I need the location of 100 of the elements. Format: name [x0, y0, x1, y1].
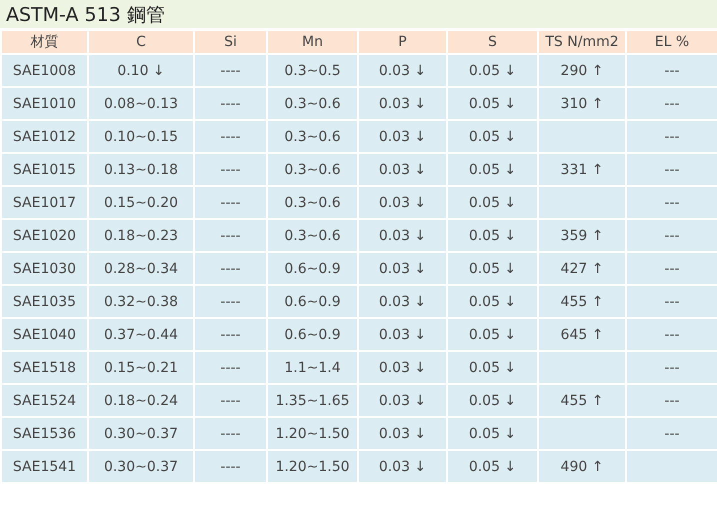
table-cell: SAE1536 [1, 417, 88, 450]
table-cell: ---- [194, 186, 267, 219]
column-header: 材質 [1, 30, 88, 54]
table-cell: 0.03 ↓ [358, 417, 447, 450]
table-cell: 0.05 ↓ [447, 318, 538, 351]
table-cell: --- [626, 417, 717, 450]
table-cell: ---- [194, 285, 267, 318]
table-cell: SAE1040 [1, 318, 88, 351]
table-cell: SAE1008 [1, 54, 88, 87]
table-cell: 0.28~0.34 [88, 252, 194, 285]
table-cell: 0.13~0.18 [88, 153, 194, 186]
table-cell: --- [626, 252, 717, 285]
page-title: ASTM-A 513 鋼管 [6, 4, 165, 26]
table-cell: 0.05 ↓ [447, 285, 538, 318]
column-header: TS N/mm2 [538, 30, 626, 54]
table-cell: 0.05 ↓ [447, 153, 538, 186]
table-cell: --- [626, 54, 717, 87]
table-cell: SAE1541 [1, 450, 88, 483]
column-header: EL % [626, 30, 717, 54]
table-cell: SAE1017 [1, 186, 88, 219]
table-cell: 0.3~0.5 [267, 54, 358, 87]
table-cell: 0.6~0.9 [267, 252, 358, 285]
table-cell: 290 ↑ [538, 54, 626, 87]
table-cell: SAE1524 [1, 384, 88, 417]
table-cell: ---- [194, 351, 267, 384]
table-cell: 0.37~0.44 [88, 318, 194, 351]
table-cell: 0.3~0.6 [267, 120, 358, 153]
table-cell: --- [626, 384, 717, 417]
table-cell: 0.03 ↓ [358, 252, 447, 285]
table-cell: 0.05 ↓ [447, 417, 538, 450]
table-cell: 0.03 ↓ [358, 120, 447, 153]
table-cell: 0.05 ↓ [447, 87, 538, 120]
table-cell: 0.03 ↓ [358, 153, 447, 186]
table-cell: 310 ↑ [538, 87, 626, 120]
table-cell: 0.3~0.6 [267, 219, 358, 252]
table-cell: 0.03 ↓ [358, 186, 447, 219]
table-cell: 0.05 ↓ [447, 252, 538, 285]
table-cell: 0.05 ↓ [447, 450, 538, 483]
table-cell: 0.3~0.6 [267, 186, 358, 219]
table-cell: 0.30~0.37 [88, 417, 194, 450]
table-cell: 1.20~1.50 [267, 450, 358, 483]
table-cell: 0.05 ↓ [447, 351, 538, 384]
table-cell: 0.03 ↓ [358, 318, 447, 351]
table-cell: 0.32~0.38 [88, 285, 194, 318]
table-cell: --- [626, 153, 717, 186]
table-cell: 1.20~1.50 [267, 417, 358, 450]
table-cell: 0.3~0.6 [267, 87, 358, 120]
table-cell: --- [626, 318, 717, 351]
table-cell: 0.10 ↓ [88, 54, 194, 87]
table-cell: 0.3~0.6 [267, 153, 358, 186]
table-cell: SAE1518 [1, 351, 88, 384]
table-cell: 1.35~1.65 [267, 384, 358, 417]
table-cell: 0.6~0.9 [267, 318, 358, 351]
column-header: Si [194, 30, 267, 54]
table-cell: 0.18~0.23 [88, 219, 194, 252]
table-cell: ---- [194, 252, 267, 285]
table-cell: ---- [194, 120, 267, 153]
table-cell: SAE1010 [1, 87, 88, 120]
table-cell: 331 ↑ [538, 153, 626, 186]
table-cell: 359 ↑ [538, 219, 626, 252]
column-header: S [447, 30, 538, 54]
table-cell: --- [626, 219, 717, 252]
table-cell: ---- [194, 87, 267, 120]
table-cell: 0.03 ↓ [358, 351, 447, 384]
table-cell: 0.03 ↓ [358, 450, 447, 483]
table-cell: ---- [194, 417, 267, 450]
table-cell: SAE1012 [1, 120, 88, 153]
table-cell: --- [626, 285, 717, 318]
table-cell: 455 ↑ [538, 384, 626, 417]
table-cell: 0.03 ↓ [358, 87, 447, 120]
table-cell: 0.6~0.9 [267, 285, 358, 318]
table-cell: --- [626, 351, 717, 384]
table-cell: 0.03 ↓ [358, 54, 447, 87]
table-cell: ---- [194, 153, 267, 186]
table-cell: 645 ↑ [538, 318, 626, 351]
table-cell: 0.03 ↓ [358, 384, 447, 417]
table-cell: 1.1~1.4 [267, 351, 358, 384]
table-cell: 427 ↑ [538, 252, 626, 285]
table-cell: --- [626, 120, 717, 153]
column-header: Mn [267, 30, 358, 54]
table-cell: 0.05 ↓ [447, 219, 538, 252]
table-cell: 0.03 ↓ [358, 219, 447, 252]
table-cell: SAE1020 [1, 219, 88, 252]
table-cell: 0.03 ↓ [358, 285, 447, 318]
table-cell: 0.05 ↓ [447, 186, 538, 219]
table-cell: 0.18~0.24 [88, 384, 194, 417]
column-header: P [358, 30, 447, 54]
table-cell: ---- [194, 54, 267, 87]
table-cell: SAE1035 [1, 285, 88, 318]
table-cell: SAE1015 [1, 153, 88, 186]
table-cell: ---- [194, 450, 267, 483]
table-cell: --- [626, 186, 717, 219]
table-cell: 0.05 ↓ [447, 384, 538, 417]
table-cell: 455 ↑ [538, 285, 626, 318]
table-cell: 0.10~0.15 [88, 120, 194, 153]
column-header: C [88, 30, 194, 54]
table-cell: ---- [194, 384, 267, 417]
table-cell: 0.15~0.21 [88, 351, 194, 384]
table-cell: ---- [194, 219, 267, 252]
table-cell: 0.30~0.37 [88, 450, 194, 483]
